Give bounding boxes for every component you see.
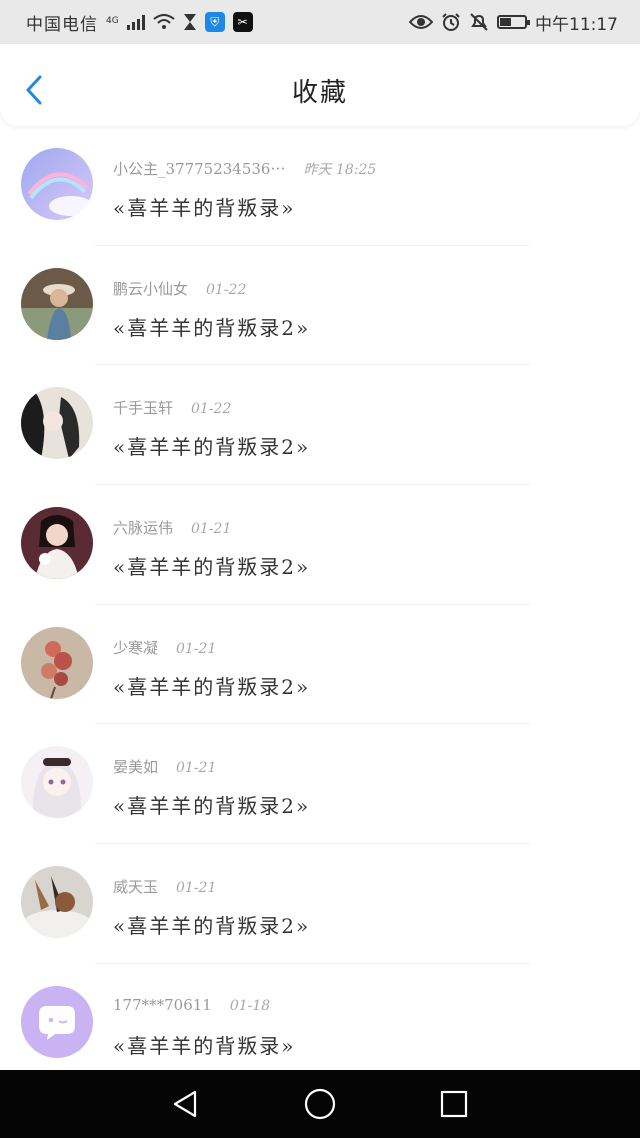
shield-app-icon: ⛨ bbox=[204, 12, 225, 32]
item-message: «喜羊羊的背叛录2» bbox=[113, 555, 311, 580]
user-name: 晏美如 bbox=[113, 758, 159, 777]
page-title: 收藏 bbox=[291, 78, 348, 108]
carrier-label: 中国电信 bbox=[26, 14, 98, 35]
item-meta: 少寒凝 01-21 bbox=[113, 637, 216, 658]
alarm-icon bbox=[442, 13, 460, 31]
timestamp: 01-21 bbox=[176, 640, 217, 657]
item-meta: 鹏云小仙女 01-22 bbox=[113, 278, 246, 299]
avatar[interactable] bbox=[21, 866, 93, 939]
hourglass-icon bbox=[183, 14, 196, 30]
item-message: «喜羊羊的背叛录2» bbox=[113, 315, 311, 340]
status-right: 中午11:17 bbox=[409, 10, 618, 35]
network-label: 4G bbox=[106, 15, 119, 26]
item-message: «喜羊羊的背叛录2» bbox=[113, 794, 311, 819]
item-meta: 177***70611 01-18 bbox=[113, 996, 270, 1014]
user-name: 小公主_37775234536⋯ bbox=[113, 160, 286, 178]
timestamp: 01-22 bbox=[191, 401, 232, 418]
timestamp: 01-21 bbox=[176, 760, 217, 777]
avatar[interactable] bbox=[21, 387, 93, 460]
item-meta: 晏美如 01-21 bbox=[113, 756, 216, 777]
list-item[interactable]: 威天玉 01-21 «喜羊羊的背叛录2» bbox=[0, 844, 640, 964]
user-name: 千手玉轩 bbox=[113, 399, 174, 418]
list-item[interactable]: 千手玉轩 01-22 «喜羊羊的背叛录2» bbox=[0, 365, 640, 486]
item-message: «喜羊羊的背叛录2» bbox=[113, 435, 311, 460]
status-left: 中国电信 4G ⛨ ✂ bbox=[26, 10, 253, 35]
timestamp: 01-21 bbox=[191, 521, 232, 538]
header-bar: 收藏 bbox=[0, 44, 640, 126]
avatar[interactable] bbox=[21, 507, 93, 580]
item-message: «喜羊羊的背叛录» bbox=[113, 196, 296, 220]
item-meta: 六脉运伟 01-21 bbox=[113, 517, 231, 538]
item-meta: 威天玉 01-21 bbox=[113, 876, 216, 897]
recent-square-icon[interactable] bbox=[437, 1087, 471, 1121]
user-name: 鹏云小仙女 bbox=[113, 279, 189, 298]
navigation-bar bbox=[0, 1070, 640, 1138]
list-item[interactable]: 小公主_37775234536⋯ 昨天 18:25 «喜羊羊的背叛录» bbox=[0, 126, 640, 246]
back-triangle-icon[interactable] bbox=[169, 1087, 203, 1121]
avatar[interactable] bbox=[21, 985, 93, 1058]
favorites-list: 小公主_37775234536⋯ 昨天 18:25 «喜羊羊的背叛录» 鹏云小仙女… bbox=[0, 126, 640, 1084]
timestamp: 01-21 bbox=[176, 880, 217, 897]
list-item[interactable]: 晏美如 01-21 «喜羊羊的背叛录2» bbox=[0, 724, 640, 845]
list-item[interactable]: 少寒凝 01-21 «喜羊羊的背叛录2» bbox=[0, 605, 640, 725]
user-name: 177***70611 bbox=[113, 995, 212, 1014]
status-bar: 中国电信 4G ⛨ ✂ 中午11:17 bbox=[0, 0, 640, 44]
item-message: «喜羊羊的背叛录2» bbox=[113, 674, 311, 699]
capcut-app-icon: ✂ bbox=[232, 12, 253, 32]
avatar[interactable] bbox=[21, 267, 93, 340]
timestamp: 01-18 bbox=[229, 997, 271, 1014]
user-name: 威天玉 bbox=[113, 878, 159, 897]
avatar[interactable] bbox=[21, 746, 93, 819]
list-item[interactable]: 六脉运伟 01-21 «喜羊羊的背叛录2» bbox=[0, 485, 640, 605]
timestamp: 01-22 bbox=[206, 281, 247, 298]
list-item[interactable]: 177***70611 01-18 «喜羊羊的背叛录» bbox=[0, 964, 640, 1084]
user-name: 六脉运伟 bbox=[113, 519, 174, 538]
avatar[interactable] bbox=[21, 148, 93, 220]
item-message: «喜羊羊的背叛录2» bbox=[113, 914, 311, 939]
home-circle-icon[interactable] bbox=[303, 1087, 337, 1121]
timestamp: 昨天 18:25 bbox=[303, 162, 377, 178]
item-meta: 千手玉轩 01-22 bbox=[113, 397, 231, 418]
eye-icon bbox=[409, 15, 433, 29]
avatar[interactable] bbox=[21, 626, 93, 699]
user-name: 少寒凝 bbox=[113, 638, 159, 657]
battery-icon bbox=[497, 15, 530, 29]
signal-icon bbox=[126, 14, 145, 30]
item-message: «喜羊羊的背叛录» bbox=[113, 1033, 296, 1058]
list-item[interactable]: 鹏云小仙女 01-22 «喜羊羊的背叛录2» bbox=[0, 246, 640, 366]
mute-icon bbox=[470, 13, 488, 31]
item-meta: 小公主_37775234536⋯ 昨天 18:25 bbox=[113, 158, 376, 179]
status-time: 中午11:17 bbox=[535, 14, 618, 35]
wifi-icon bbox=[153, 14, 175, 29]
